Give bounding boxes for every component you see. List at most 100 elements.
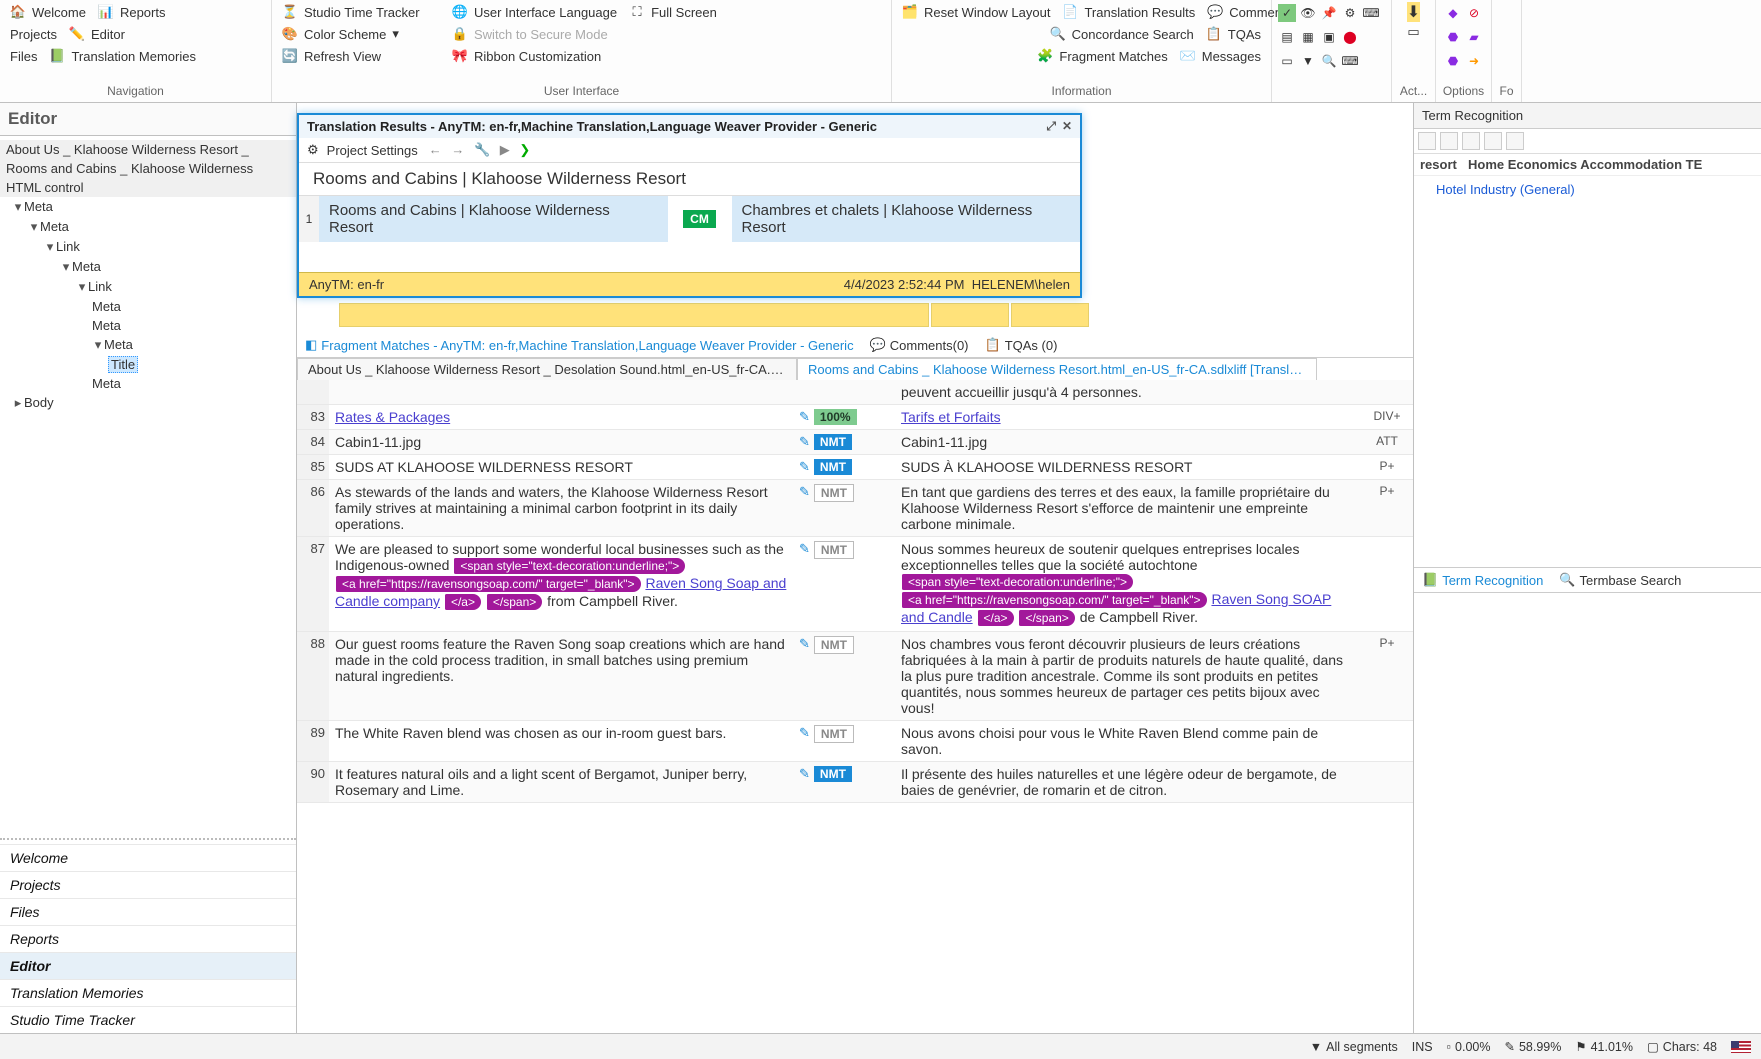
mini-icon-2[interactable]: 👁	[1299, 4, 1317, 22]
nav-projects[interactable]: Projects	[0, 871, 296, 898]
tree-title[interactable]: Title	[0, 355, 296, 374]
tree-link[interactable]: ▾Link	[0, 237, 296, 257]
reports-button[interactable]: 📊Reports	[92, 2, 172, 22]
uilang-button[interactable]: 🌐User Interface Language	[446, 2, 623, 22]
tree-meta[interactable]: Meta	[0, 297, 296, 316]
nav-stt[interactable]: Studio Time Tracker	[0, 1006, 296, 1033]
editor-button[interactable]: ✏️Editor	[63, 24, 131, 44]
tree-meta[interactable]: ▾Meta	[0, 217, 296, 237]
mini-icon-9[interactable]: ⬤	[1341, 28, 1359, 46]
term-tool-1[interactable]	[1418, 132, 1436, 150]
tree-meta[interactable]: ▾Meta	[0, 257, 296, 277]
act-icon-2[interactable]: ▭	[1407, 24, 1419, 40]
opt-icon-5[interactable]: ⬣	[1444, 52, 1462, 70]
mini-icon-4[interactable]: ⚙	[1341, 4, 1359, 22]
tr-results-button[interactable]: 📄Translation Results	[1056, 2, 1201, 22]
ribboncust-button[interactable]: 🎀Ribbon Customization	[446, 46, 607, 66]
doc-tree[interactable]: About Us _ Klahoose Wilderness Resort _ …	[0, 136, 296, 834]
tgt-cell[interactable]: peuvent accueillir jusqu'à 4 personnes.	[895, 380, 1361, 404]
tree-meta[interactable]: Meta	[0, 316, 296, 335]
file-tab-rooms[interactable]: Rooms and Cabins _ Klahoose Wilderness R…	[797, 358, 1317, 380]
tr-result-row[interactable]: 1 Rooms and Cabins | Klahoose Wilderness…	[299, 195, 1080, 242]
filter-status[interactable]: ▼ All segments	[1310, 1040, 1398, 1054]
term-tool-4[interactable]	[1484, 132, 1502, 150]
link[interactable]: Tarifs et Forfaits	[901, 409, 1001, 425]
tree-meta[interactable]: Meta	[0, 374, 296, 393]
grid-row[interactable]: 85 SUDS AT KLAHOOSE WILDERNESS RESORT ✎N…	[297, 455, 1413, 480]
gear-icon[interactable]: ⚙	[307, 142, 319, 158]
welcome-button[interactable]: 🏠Welcome	[4, 2, 92, 22]
tqas-button[interactable]: 📋TQAs	[1200, 24, 1267, 44]
close-icon[interactable]: ✕	[1062, 119, 1072, 134]
grid-row[interactable]: 90 It features natural oils and a light …	[297, 762, 1413, 803]
html-control[interactable]: HTML control	[0, 178, 296, 197]
term-tool-2[interactable]	[1440, 132, 1458, 150]
grid-row[interactable]: 87 We are pleased to support some wonder…	[297, 537, 1413, 632]
messages-button[interactable]: ✉️Messages	[1174, 46, 1267, 66]
next-icon[interactable]: ❯	[516, 142, 533, 157]
term-tool-3[interactable]	[1462, 132, 1480, 150]
stt-button[interactable]: ⏳Studio Time Tracker	[276, 2, 446, 22]
file-tab-2[interactable]: Rooms and Cabins _ Klahoose Wilderness	[0, 159, 296, 178]
tree-link[interactable]: ▾Link	[0, 277, 296, 297]
grid-row[interactable]: 86 As stewards of the lands and waters, …	[297, 480, 1413, 537]
ins-mode[interactable]: INS	[1412, 1040, 1433, 1054]
opt-icon-2[interactable]: ⊘	[1465, 4, 1483, 22]
opt-icon-3[interactable]: ⬣	[1444, 28, 1462, 46]
grid-row[interactable]: 84 Cabin1-11.jpg ✎NMT Cabin1-11.jpg ATT	[297, 430, 1413, 455]
tab-tqas[interactable]: 📋 TQAs (0)	[985, 337, 1058, 353]
concordance-button[interactable]: 🔍Concordance Search	[1044, 24, 1200, 44]
mini-icon-6[interactable]: ▤	[1278, 28, 1296, 46]
opt-icon-6[interactable]: ➜	[1465, 52, 1483, 70]
file-tab-about[interactable]: About Us _ Klahoose Wilderness Resort _ …	[297, 358, 797, 380]
mini-icon-13[interactable]: ⌨	[1341, 52, 1359, 70]
mini-icon-11[interactable]: ▼	[1299, 52, 1317, 70]
nav-files[interactable]: Files	[0, 898, 296, 925]
play-icon[interactable]: ▶	[497, 142, 513, 157]
mini-icon-1[interactable]: ✓	[1278, 4, 1296, 22]
colorscheme-button[interactable]: 🎨Color Scheme ▾	[276, 24, 446, 44]
term-tool-5[interactable]	[1506, 132, 1524, 150]
back-icon[interactable]: ←	[426, 142, 445, 157]
tree-body[interactable]: ▸Body	[0, 393, 296, 413]
tree-meta[interactable]: ▾Meta	[0, 197, 296, 217]
tab-comments[interactable]: 💬 Comments(0)	[870, 337, 969, 353]
nav-editor[interactable]: Editor	[0, 952, 296, 979]
mini-icon-10[interactable]: ▭	[1278, 52, 1296, 70]
fragment-button[interactable]: 🧩Fragment Matches	[1031, 46, 1173, 66]
link[interactable]: Rates & Packages	[335, 409, 450, 425]
pin-icon[interactable]: ⤢	[1046, 119, 1056, 134]
nav-tm[interactable]: Translation Memories	[0, 979, 296, 1006]
opt-icon-1[interactable]: ◆	[1444, 4, 1462, 22]
tree-meta[interactable]: ▾Meta	[0, 335, 296, 355]
fullscreen-button[interactable]: ⛶Full Screen	[623, 2, 723, 22]
tool-icon[interactable]: 🔧	[471, 142, 493, 157]
projects-button[interactable]: Projects	[4, 24, 63, 44]
reset-layout-button[interactable]: 🗂️Reset Window Layout	[896, 2, 1056, 22]
file-tab-1[interactable]: About Us _ Klahoose Wilderness Resort _	[0, 140, 296, 159]
nav-welcome[interactable]: Welcome	[0, 844, 296, 871]
lang-flag[interactable]	[1731, 1041, 1751, 1053]
tab-fragment[interactable]: ◧ Fragment Matches - AnyTM: en-fr,Machin…	[305, 337, 854, 353]
grid-row[interactable]: 88 Our guest rooms feature the Raven Son…	[297, 632, 1413, 721]
project-settings-link[interactable]: Project Settings	[327, 143, 418, 158]
mini-icon-8[interactable]: ▣	[1320, 28, 1338, 46]
mini-icon-7[interactable]: ▦	[1299, 28, 1317, 46]
grid-row[interactable]: 89 The White Raven blend was chosen as o…	[297, 721, 1413, 762]
tr-window-title[interactable]: Translation Results - AnyTM: en-fr,Machi…	[299, 115, 1080, 138]
grid-row[interactable]: peuvent accueillir jusqu'à 4 personnes.	[297, 380, 1413, 405]
fwd-icon[interactable]: →	[448, 142, 467, 157]
grid-row[interactable]: 83 Rates & Packages ✎100% Tarifs et Forf…	[297, 405, 1413, 430]
term-entry[interactable]: Hotel Industry (General)	[1422, 180, 1753, 199]
segment-grid[interactable]: peuvent accueillir jusqu'à 4 personnes. …	[297, 380, 1413, 1033]
act-icon-1[interactable]: ⬇	[1407, 2, 1420, 22]
tab-tb-search[interactable]: 🔍 Termbase Search	[1559, 572, 1681, 588]
opt-icon-4[interactable]: ▰	[1465, 28, 1483, 46]
mini-icon-12[interactable]: 🔍	[1320, 52, 1338, 70]
nav-reports[interactable]: Reports	[0, 925, 296, 952]
tm-button[interactable]: 📗Translation Memories	[43, 46, 202, 66]
refresh-button[interactable]: 🔄Refresh View	[276, 46, 446, 66]
tab-term-recog[interactable]: 📗 Term Recognition	[1422, 572, 1543, 588]
mini-icon-3[interactable]: 📌	[1320, 4, 1338, 22]
mini-icon-5[interactable]: ⌨	[1362, 4, 1380, 22]
